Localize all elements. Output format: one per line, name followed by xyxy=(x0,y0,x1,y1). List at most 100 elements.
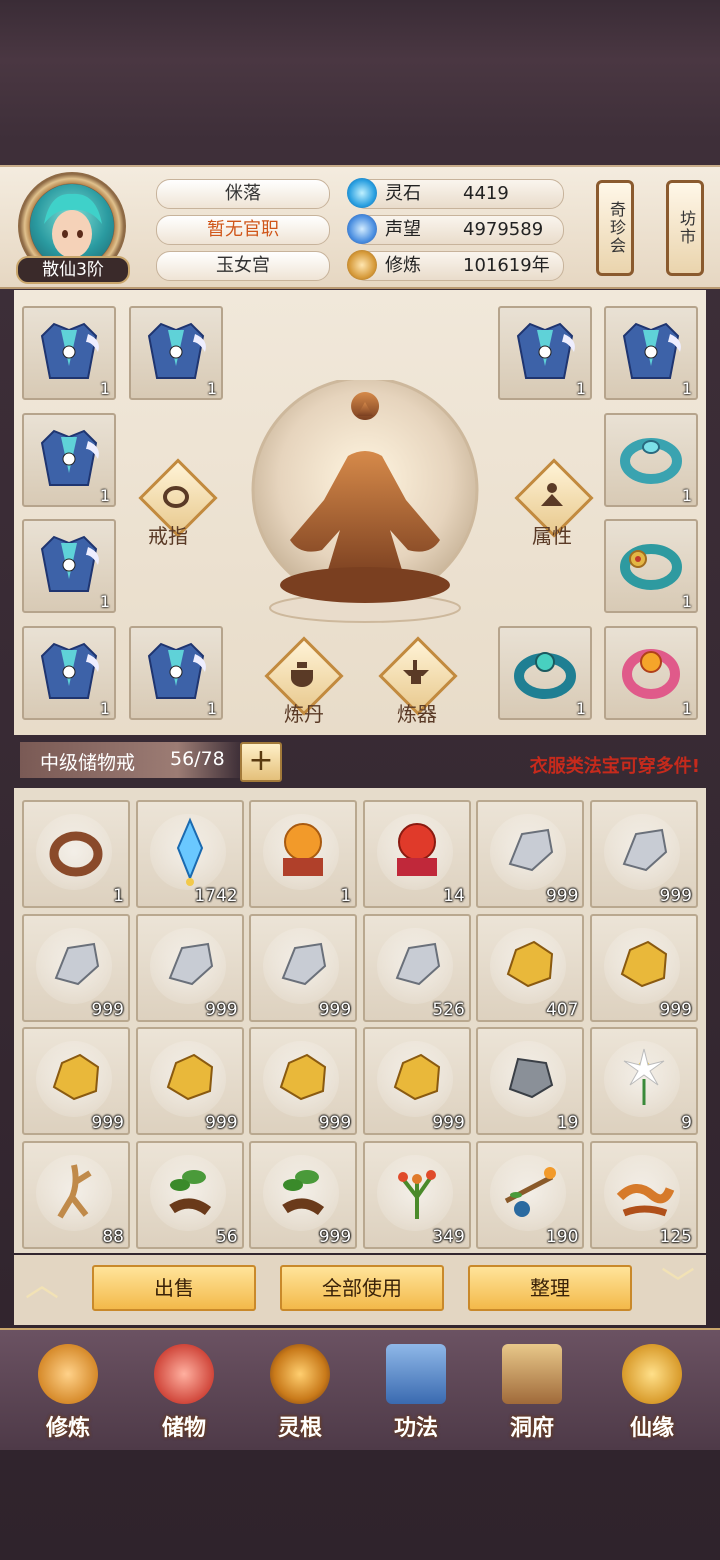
inventory-cell[interactable]: 999 xyxy=(22,1027,130,1136)
equip-slot-right-1[interactable]: 1 xyxy=(498,306,592,400)
inventory-cell[interactable]: 999 xyxy=(590,800,698,908)
inventory-cell[interactable]: 526 xyxy=(362,913,471,1022)
silver-ore-icon xyxy=(54,942,100,985)
nav-cave-mansion[interactable]: 洞府 xyxy=(484,1340,580,1441)
resource-cultivation: 修炼 101619年 xyxy=(347,250,564,281)
sell-button[interactable]: 出售 xyxy=(92,1265,256,1311)
item-count: 999 xyxy=(318,1226,352,1247)
treasure-fair-button[interactable]: 奇珍会 xyxy=(596,180,634,276)
bag-capacity: 56/78 xyxy=(170,748,225,770)
inventory-cell[interactable]: 999 xyxy=(476,800,585,908)
branch-fruit-icon xyxy=(505,1166,557,1217)
player-name: 侎落 xyxy=(156,179,330,209)
ginseng-icon xyxy=(57,1164,92,1219)
equip-slot-left-3[interactable]: 1 xyxy=(22,413,116,507)
inventory-cell[interactable]: 1742 xyxy=(135,800,244,908)
inventory-cell[interactable]: 999 xyxy=(362,1027,471,1136)
item-count: 999 xyxy=(91,999,124,1020)
inventory-cell[interactable]: 999 xyxy=(135,1027,244,1136)
resource-spirit-stone: 灵石 4419 xyxy=(347,178,564,209)
nav-label: 洞府 xyxy=(509,1416,554,1441)
inventory-cell[interactable]: 999 xyxy=(249,1027,358,1136)
alchemy-action-label: 炼丹 xyxy=(284,702,324,726)
slot-count: 1 xyxy=(99,486,110,505)
nav-spirit-root[interactable]: 灵根 xyxy=(252,1340,348,1441)
inventory-cell[interactable]: 125 xyxy=(590,1140,698,1249)
equip-slot-right-6[interactable]: 1 xyxy=(604,626,698,720)
inventory-cell[interactable]: 9 xyxy=(590,1027,698,1136)
inventory-cell[interactable]: 407 xyxy=(476,913,585,1022)
item-count: 407 xyxy=(545,999,579,1020)
item-count: 999 xyxy=(432,1113,465,1134)
sage-icon xyxy=(541,483,563,506)
inventory-cell[interactable]: 349 xyxy=(362,1140,471,1249)
anvil-icon xyxy=(403,660,429,684)
equip-slot-right-5[interactable]: 1 xyxy=(498,626,592,720)
inventory-cell[interactable]: 14 xyxy=(362,800,471,908)
inventory-cell[interactable]: 88 xyxy=(22,1140,130,1249)
scroll-up-arrow-icon[interactable]: ︿ xyxy=(14,1268,70,1302)
nav-cultivation[interactable]: 修炼 xyxy=(20,1340,116,1441)
equip-slot-left-1[interactable]: 1 xyxy=(22,306,116,400)
robe-icon xyxy=(147,642,206,699)
equip-slot-left-4[interactable]: 1 xyxy=(22,519,116,613)
dark-stone-icon xyxy=(509,1058,554,1099)
inventory-cell[interactable]: 999 xyxy=(249,1140,358,1249)
sort-button[interactable]: 整理 xyxy=(468,1265,632,1311)
equip-slot-left-2[interactable]: 1 xyxy=(129,306,223,400)
inventory-cell[interactable]: 999 xyxy=(22,913,130,1022)
jade-ring-icon xyxy=(620,438,682,484)
resource-value: 4979589 xyxy=(463,219,544,240)
silver-ore-icon xyxy=(281,942,327,985)
robe-icon xyxy=(516,322,575,379)
use-all-button[interactable]: 全部使用 xyxy=(280,1265,444,1311)
item-count: 526 xyxy=(432,999,465,1020)
monk-icon xyxy=(38,1344,98,1404)
inventory-cell[interactable]: 1 xyxy=(249,800,358,908)
white-flower-icon xyxy=(623,1049,665,1106)
gold-ring-icon xyxy=(620,544,682,590)
expand-bag-button[interactable]: + xyxy=(240,742,282,782)
item-count: 999 xyxy=(318,999,352,1020)
slot-count: 1 xyxy=(681,486,692,505)
nav-storage[interactable]: 储物 xyxy=(136,1340,232,1441)
item-count: 999 xyxy=(659,999,692,1020)
cultivation-icon xyxy=(347,250,377,280)
equip-slot-right-4[interactable]: 1 xyxy=(604,519,698,613)
inventory-cell[interactable]: 999 xyxy=(590,913,698,1022)
blue-crystal-icon xyxy=(176,817,203,886)
herb-root-icon xyxy=(282,1169,325,1215)
market-button[interactable]: 坊市 xyxy=(666,180,704,276)
ring-icon xyxy=(163,486,189,508)
gold-ore-icon xyxy=(166,1054,213,1101)
equip-slot-left-5[interactable]: 1 xyxy=(22,626,116,720)
equip-slot-left-6[interactable]: 1 xyxy=(129,626,223,720)
nav-label: 修炼 xyxy=(45,1416,90,1441)
robe-icon xyxy=(40,322,99,379)
inventory-cell[interactable]: 19 xyxy=(476,1027,585,1136)
equip-slot-right-3[interactable]: 1 xyxy=(604,413,698,507)
equip-slot-right-2[interactable]: 1 xyxy=(604,306,698,400)
cordyceps-icon xyxy=(616,1183,675,1217)
robe-icon xyxy=(40,429,99,486)
spirit-root-icon xyxy=(270,1344,330,1404)
robe-icon xyxy=(622,322,681,379)
resource-value: 101619年 xyxy=(463,255,550,276)
silver-ore-icon xyxy=(395,942,440,985)
inventory-cell[interactable]: 190 xyxy=(476,1140,585,1249)
teal-ring-icon xyxy=(514,652,576,699)
item-count: 1 xyxy=(113,886,124,906)
inventory-cell[interactable]: 999 xyxy=(249,913,358,1022)
cauldron-icon xyxy=(291,662,313,687)
scroll-down-arrow-icon[interactable]: ﹀ xyxy=(650,1268,706,1302)
inventory-cell[interactable]: 1 xyxy=(22,800,130,908)
resource-prestige: 声望 4979589 xyxy=(347,214,564,245)
item-count: 999 xyxy=(545,886,579,906)
inventory-cell[interactable]: 999 xyxy=(135,913,244,1022)
item-count: 999 xyxy=(659,886,692,906)
nav-immortal-fate[interactable]: 仙缘 xyxy=(604,1340,700,1441)
inventory-cell[interactable]: 56 xyxy=(135,1140,244,1249)
bag-icon xyxy=(154,1344,214,1404)
nav-techniques[interactable]: 功法 xyxy=(368,1340,464,1441)
gourd-icon xyxy=(622,1344,682,1404)
